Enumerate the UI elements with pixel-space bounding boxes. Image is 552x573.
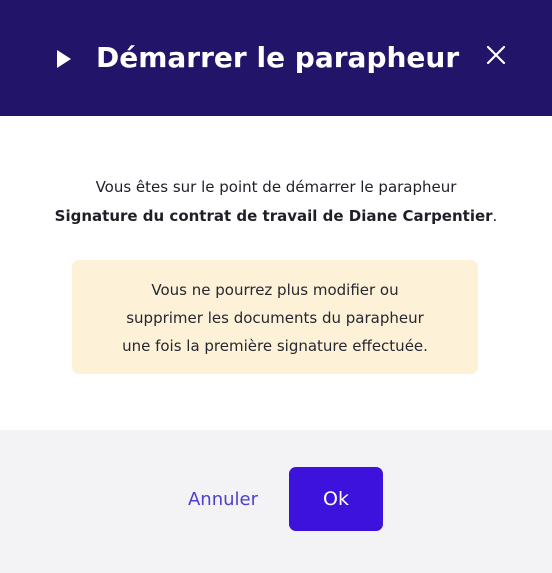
warning-box: Vous ne pourrez plus modifier ou supprim… — [72, 260, 478, 374]
dialog-footer: Annuler Ok — [0, 430, 552, 573]
ok-button[interactable]: Ok — [289, 467, 383, 531]
warning-line-3: une fois la première signature effectuée… — [122, 337, 428, 355]
message-line: Vous êtes sur le point de démarrer le pa… — [95, 178, 457, 196]
document-name: Signature du contrat de travail de Diane… — [54, 207, 493, 225]
message-period: . — [492, 207, 498, 225]
confirmation-message: Vous êtes sur le point de démarrer le pa… — [0, 173, 552, 231]
document-name-line: Signature du contrat de travail de Diane… — [0, 202, 552, 231]
dialog-header: Démarrer le parapheur — [0, 0, 552, 116]
dialog-body: Vous êtes sur le point de démarrer le pa… — [0, 116, 552, 430]
warning-line-1: Vous ne pourrez plus modifier ou — [151, 281, 399, 299]
play-triangle-icon — [56, 49, 72, 69]
dialog-title: Démarrer le parapheur — [96, 41, 460, 74]
close-icon — [486, 45, 506, 69]
close-button[interactable] — [478, 39, 514, 75]
cancel-button[interactable]: Annuler — [176, 485, 270, 515]
warning-line-2: supprimer les documents du parapheur — [126, 309, 424, 327]
start-parapheur-dialog: Démarrer le parapheur Vous êtes sur le p… — [0, 0, 552, 573]
